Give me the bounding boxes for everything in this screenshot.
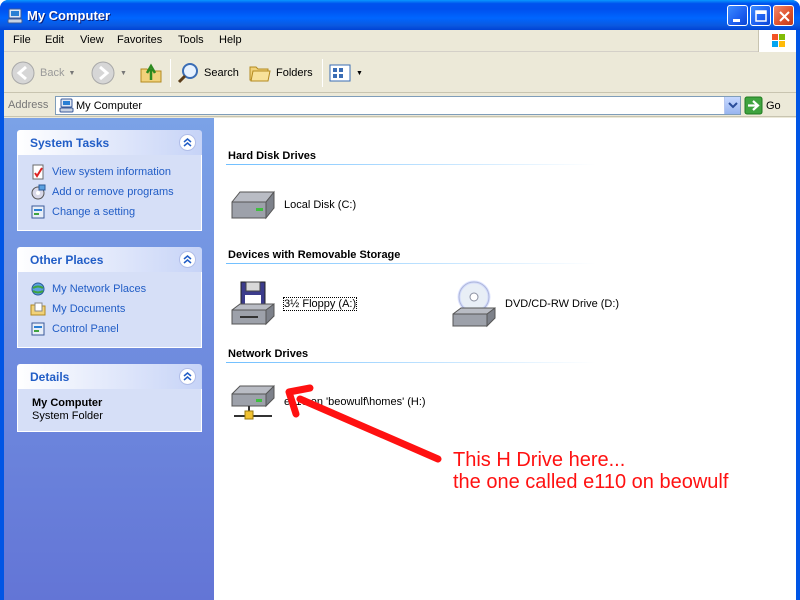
toolbar-separator	[322, 59, 323, 87]
annotation-line-2: the one called e110 on beowulf	[453, 471, 729, 493]
address-value: My Computer	[76, 100, 143, 112]
control-panel-icon	[31, 322, 45, 336]
forward-dropdown-icon[interactable]: ▼	[120, 70, 127, 77]
title-bar[interactable]: My Computer	[0, 0, 800, 30]
system-info-icon	[32, 164, 44, 180]
my-computer-icon	[7, 8, 23, 24]
search-icon	[177, 63, 198, 84]
chevron-up-icon	[183, 138, 192, 147]
other-places-panel: Other Places My Network Places My Docume…	[17, 247, 202, 348]
chevron-down-icon	[728, 102, 738, 109]
drive-label: e110 on 'beowulf\homes' (H:)	[284, 396, 426, 408]
hard-disk-icon	[231, 190, 275, 220]
up-folder-icon	[140, 63, 162, 83]
place-my-documents[interactable]: My Documents	[30, 299, 201, 319]
details-type: System Folder	[32, 410, 103, 422]
back-arrow-icon	[11, 61, 35, 85]
up-folder-button[interactable]	[138, 57, 164, 89]
group-header-network: Network Drives	[228, 348, 309, 360]
drive-network-h[interactable]: e110 on 'beowulf\homes' (H:)	[228, 380, 426, 424]
group-header-removable: Devices with Removable Storage	[228, 249, 401, 261]
group-divider	[226, 164, 596, 165]
drive-label: DVD/CD-RW Drive (D:)	[505, 298, 620, 310]
network-drive-icon	[231, 384, 275, 420]
forward-arrow-icon	[91, 61, 115, 85]
go-arrow-icon	[744, 96, 763, 115]
folders-icon	[249, 66, 271, 82]
task-pane: System Tasks View system information Add…	[4, 118, 214, 600]
details-panel: Details My Computer System Folder	[17, 364, 202, 432]
standard-toolbar: Back ▼ ▼ Search Folders ▼	[4, 53, 796, 93]
other-places-header[interactable]: Other Places	[17, 247, 202, 272]
windows-flag-icon	[772, 34, 785, 47]
toolbar-separator	[170, 59, 171, 87]
close-button[interactable]	[773, 5, 794, 26]
window-client: File Edit View Favorites Tools Help Back…	[4, 30, 796, 600]
drive-dvd-cd-rw-d[interactable]: DVD/CD-RW Drive (D:)	[449, 280, 619, 328]
back-button[interactable]: Back ▼	[10, 57, 75, 89]
add-remove-programs-icon	[31, 184, 46, 200]
my-documents-icon	[30, 302, 46, 316]
drive-local-disk-c[interactable]: Local Disk (C:)	[228, 184, 356, 226]
details-name: My Computer	[32, 397, 103, 409]
search-button[interactable]: Search	[176, 57, 239, 89]
address-field[interactable]: My Computer	[55, 96, 741, 115]
back-dropdown-icon[interactable]: ▼	[68, 70, 75, 77]
maximize-icon	[755, 10, 767, 22]
place-control-panel[interactable]: Control Panel	[30, 319, 201, 339]
menu-bar: File Edit View Favorites Tools Help	[4, 30, 796, 52]
dvd-drive-icon	[452, 280, 496, 328]
forward-button[interactable]: ▼	[90, 57, 127, 89]
floppy-drive-icon	[231, 281, 275, 326]
explorer-window: My Computer File Edit View Favorites Too…	[0, 0, 800, 600]
address-bar: Address My Computer Go	[4, 94, 796, 117]
collapse-button[interactable]	[179, 134, 196, 151]
drive-floppy-a[interactable]: 3½ Floppy (A:)	[228, 280, 358, 328]
close-icon	[779, 11, 790, 22]
chevron-up-icon	[183, 255, 192, 264]
network-places-icon	[31, 282, 45, 296]
system-tasks-panel: System Tasks View system information Add…	[17, 130, 202, 231]
chevron-up-icon	[183, 372, 192, 381]
task-view-system-info[interactable]: View system information	[30, 162, 201, 182]
drive-label: Local Disk (C:)	[284, 199, 357, 211]
windows-logo	[758, 30, 796, 52]
menu-favorites[interactable]: Favorites	[117, 34, 162, 46]
place-my-network-places[interactable]: My Network Places	[30, 279, 201, 299]
control-panel-icon	[31, 205, 45, 219]
details-header[interactable]: Details	[17, 364, 202, 389]
minimize-icon	[733, 19, 740, 22]
views-dropdown-icon[interactable]: ▼	[356, 70, 363, 77]
views-icon	[329, 64, 351, 82]
other-places-body: My Network Places My Documents Control P…	[17, 272, 202, 348]
address-label: Address	[8, 99, 49, 111]
collapse-button[interactable]	[179, 368, 196, 385]
menu-help[interactable]: Help	[219, 34, 242, 46]
task-change-setting[interactable]: Change a setting	[30, 202, 201, 222]
menu-view[interactable]: View	[80, 34, 104, 46]
maximize-button[interactable]	[750, 5, 771, 26]
menu-tools[interactable]: Tools	[178, 34, 204, 46]
folders-button[interactable]: Folders	[248, 57, 313, 89]
group-divider	[226, 263, 596, 264]
collapse-button[interactable]	[179, 251, 196, 268]
annotation-line-1: This H Drive here...	[453, 449, 626, 471]
group-header-hard-disk: Hard Disk Drives	[228, 150, 317, 162]
window-title: My Computer	[27, 8, 111, 23]
group-divider	[226, 362, 596, 363]
go-button[interactable]: Go	[744, 96, 781, 115]
system-tasks-header[interactable]: System Tasks	[17, 130, 202, 155]
file-list-view[interactable]: Hard Disk Drives Local Disk (C:) Devices…	[214, 118, 796, 600]
details-body: My Computer System Folder	[17, 389, 202, 432]
my-computer-icon	[59, 98, 74, 113]
menu-edit[interactable]: Edit	[45, 34, 64, 46]
minimize-button[interactable]	[727, 5, 748, 26]
menu-file[interactable]: File	[13, 34, 31, 46]
system-tasks-body: View system information Add or remove pr…	[17, 155, 202, 231]
task-add-remove-programs[interactable]: Add or remove programs	[30, 182, 201, 202]
views-button[interactable]: ▼	[328, 57, 363, 89]
address-dropdown-button[interactable]	[724, 97, 740, 114]
drive-label: 3½ Floppy (A:)	[282, 297, 358, 311]
